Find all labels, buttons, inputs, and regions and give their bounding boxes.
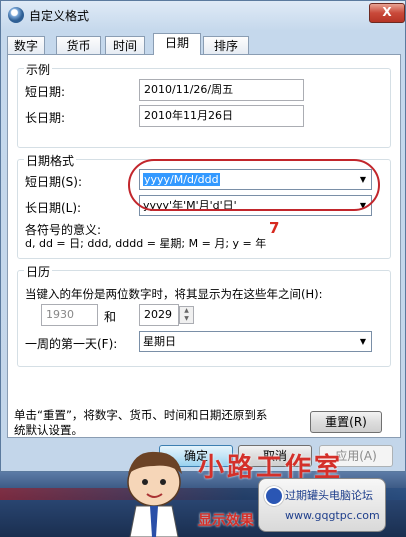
settings-globe-icon (8, 7, 24, 23)
and-label: 和 (104, 310, 117, 324)
tab-currency[interactable]: 货币 (56, 36, 101, 54)
first-day-label: 一周的第一天(F): (25, 337, 118, 351)
annotation-number: 7 (269, 219, 280, 237)
year-from-field: 1930 (41, 304, 98, 326)
forum-name: 过期罐头电脑论坛 (285, 489, 373, 502)
symbols-text: d, dd = 日; ddd, dddd = 星期; M = 月; y = 年 (25, 237, 267, 250)
examples-group-title: 示例 (24, 61, 53, 78)
long-date-label: 长日期(L): (25, 201, 82, 215)
year-spinner[interactable]: ▲ ▼ (179, 306, 194, 324)
close-button[interactable]: X (369, 3, 405, 23)
spin-down-icon[interactable]: ▼ (180, 315, 193, 323)
forum-url: www.gqgtpc.com (285, 509, 380, 522)
calendar-group-title: 日历 (24, 263, 53, 280)
long-date-combo[interactable]: yyyy'年'M'月'd'日' ▼ (139, 195, 372, 216)
tab-sort[interactable]: 排序 (203, 36, 249, 54)
tab-time[interactable]: 时间 (105, 36, 145, 54)
title-bar: 自定义格式 X (1, 1, 406, 29)
first-day-combo[interactable]: 星期日 ▼ (139, 331, 372, 352)
window-title: 自定义格式 (29, 9, 90, 23)
date-tab-panel: 示例 短日期: 2010/11/26/周五 长日期: 2010年11月26日 日… (7, 54, 401, 438)
reset-text-line1: 单击“重置”，将数字、货币、时间和日期还原到系 (14, 408, 268, 422)
short-date-label: 短日期(S): (25, 175, 83, 189)
first-day-value: 星期日 (143, 335, 176, 348)
mascot-logo-icon (127, 451, 182, 537)
date-format-group-title: 日期格式 (24, 152, 77, 169)
spin-up-icon[interactable]: ▲ (180, 307, 193, 315)
chevron-down-icon[interactable]: ▼ (355, 332, 371, 351)
short-date-value: yyyy/M/d/ddd (143, 173, 220, 186)
short-example-field: 2010/11/26/周五 (139, 79, 304, 101)
long-example-label: 长日期: (25, 111, 66, 125)
reset-button[interactable]: 重置(R) (310, 411, 382, 433)
chevron-down-icon[interactable]: ▼ (355, 196, 371, 215)
forum-badge: 过期罐头电脑论坛 www.gqgtpc.com (258, 478, 386, 532)
year-to-field[interactable]: 2029 (139, 304, 179, 326)
tab-date[interactable]: 日期 (153, 33, 201, 55)
custom-format-dialog: 自定义格式 X 数字 货币 时间 日期 排序 示例 短日期: 2010/11/2… (0, 0, 406, 472)
long-example-field: 2010年11月26日 (139, 105, 304, 127)
long-date-value: yyyy'年'M'月'd'日' (143, 199, 237, 212)
short-example-label: 短日期: (25, 85, 66, 99)
short-date-combo[interactable]: yyyy/M/d/ddd ▼ (139, 169, 372, 190)
reset-text-line2: 统默认设置。 (14, 423, 83, 437)
chevron-down-icon[interactable]: ▼ (355, 170, 371, 189)
forum-logo-icon (264, 486, 284, 506)
two-digit-year-text: 当键入的年份是两位数字时，将其显示为在这些年之间(H): (25, 287, 323, 301)
tab-number[interactable]: 数字 (7, 36, 45, 54)
watermark-red-text: 显示效果 (198, 513, 254, 529)
